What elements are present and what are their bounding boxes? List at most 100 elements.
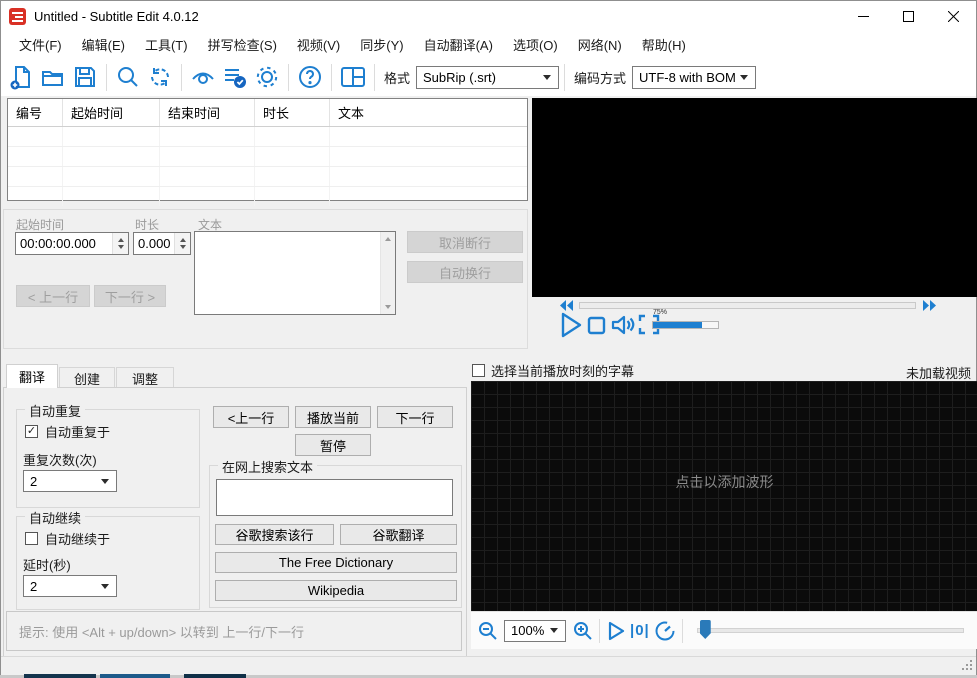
prev-line-nav-button[interactable]: <上一行: [213, 406, 289, 428]
format-select[interactable]: SubRip (.srt): [416, 65, 560, 89]
settings-button[interactable]: [252, 62, 282, 92]
center-at-zero-button[interactable]: |0|: [630, 622, 650, 639]
subtitle-list-view[interactable]: 编号 起始时间 结束时间 时长 文本: [7, 98, 528, 206]
duration-stepper[interactable]: 0.000: [133, 232, 191, 255]
menu-item-tools[interactable]: 工具(T): [135, 31, 198, 58]
spinner-arrows-icon[interactable]: [174, 233, 190, 254]
title-bar: Untitled - Subtitle Edit 4.0.12: [1, 1, 976, 31]
prev-line-button[interactable]: < 上一行: [16, 285, 90, 307]
layout-button[interactable]: [338, 62, 368, 92]
hint-panel: 提示: 使用 <Alt + up/down> 以转到 上一行/下一行: [6, 611, 462, 651]
tab-translate[interactable]: 翻译: [6, 364, 58, 388]
pause-button[interactable]: 暂停: [295, 434, 371, 456]
auto-repeat-title: 自动重复: [25, 401, 86, 420]
column-header-text[interactable]: 文本: [330, 99, 527, 126]
auto-continue-checkbox-row[interactable]: 自动继续于: [25, 529, 110, 548]
list-header: 编号 起始时间 结束时间 时长 文本: [8, 99, 527, 127]
unbreak-button[interactable]: 取消断行: [407, 231, 523, 253]
play-current-button[interactable]: 播放当前: [295, 406, 371, 428]
checkbox-unchecked-icon[interactable]: [25, 532, 38, 545]
web-search-input[interactable]: [216, 479, 453, 516]
close-button[interactable]: [931, 1, 976, 31]
zoom-out-button[interactable]: [477, 620, 498, 641]
auto-repeat-checkbox-row[interactable]: ✓ 自动重复于: [25, 422, 110, 441]
waveform-zoom-select[interactable]: 100%: [504, 619, 566, 642]
slider-thumb[interactable]: [699, 620, 711, 639]
seek-forward-icon[interactable]: [922, 300, 936, 311]
menu-item-sync[interactable]: 同步(Y): [350, 31, 413, 58]
save-button[interactable]: [70, 62, 100, 92]
zoom-in-button[interactable]: [572, 620, 593, 641]
menu-item-autotranslate[interactable]: 自动翻译(A): [414, 31, 503, 58]
open-file-button[interactable]: [38, 62, 68, 92]
encoding-select[interactable]: UTF-8 with BOM: [632, 65, 757, 89]
maximize-button[interactable]: [886, 1, 931, 31]
delay-select[interactable]: 2: [23, 575, 117, 597]
minimize-button[interactable]: [841, 1, 886, 31]
column-header-start-time[interactable]: 起始时间: [63, 99, 160, 126]
spinner-arrows-icon[interactable]: [112, 233, 128, 254]
subtitle-text-area[interactable]: [194, 231, 396, 315]
select-current-subtitle-row[interactable]: 选择当前播放时刻的字幕: [472, 362, 976, 379]
mute-button[interactable]: [610, 312, 635, 337]
stop-button[interactable]: [587, 316, 606, 335]
volume-slider[interactable]: [652, 321, 719, 329]
column-header-duration[interactable]: 时长: [255, 99, 330, 126]
auto-repeat-group: 自动重复 ✓ 自动重复于 重复次数(次) 2: [16, 401, 200, 508]
google-translate-button[interactable]: 谷歌翻译: [340, 524, 457, 545]
spell-check-button[interactable]: [220, 62, 250, 92]
table-row[interactable]: [8, 187, 527, 206]
menu-item-options[interactable]: 选项(O): [503, 31, 568, 58]
video-seek-bar[interactable]: [579, 302, 916, 309]
new-file-button[interactable]: [6, 62, 36, 92]
seek-back-icon[interactable]: [560, 300, 574, 311]
play-button[interactable]: [558, 311, 584, 339]
controls-separator: [599, 618, 600, 643]
hint-text: 提示: 使用 <Alt + up/down> 以转到 上一行/下一行: [19, 624, 304, 640]
help-button[interactable]: [295, 62, 325, 92]
google-search-button[interactable]: 谷歌搜索该行: [215, 524, 334, 545]
auto-break-button[interactable]: 自动换行: [407, 261, 523, 283]
menu-item-help[interactable]: 帮助(H): [632, 31, 696, 58]
checkbox-unchecked-icon[interactable]: [472, 364, 485, 377]
tab-adjust[interactable]: 调整: [116, 367, 174, 388]
replace-button[interactable]: [145, 62, 175, 92]
start-time-stepper[interactable]: 00:00:00.000: [15, 232, 129, 255]
repeat-count-select[interactable]: 2: [23, 470, 117, 492]
duration-value: 0.000: [138, 236, 171, 251]
next-line-nav-button[interactable]: 下一行: [377, 406, 453, 428]
window-title: Untitled - Subtitle Edit 4.0.12: [34, 8, 199, 24]
column-header-number[interactable]: 编号: [8, 99, 63, 126]
waveform-area[interactable]: 点击以添加波形: [471, 381, 977, 611]
video-display[interactable]: [532, 98, 977, 297]
menu-item-edit[interactable]: 编辑(E): [72, 31, 135, 58]
tab-create[interactable]: 创建: [59, 367, 115, 388]
column-header-end-time[interactable]: 结束时间: [160, 99, 255, 126]
wikipedia-button[interactable]: Wikipedia: [215, 580, 457, 601]
free-dictionary-button[interactable]: The Free Dictionary: [215, 552, 457, 573]
table-row[interactable]: [8, 167, 527, 187]
menu-item-video[interactable]: 视频(V): [287, 31, 350, 58]
waveform-play-button[interactable]: [606, 621, 626, 641]
delay-label: 延时(秒): [23, 558, 71, 573]
playback-speed-button[interactable]: [654, 620, 676, 642]
next-line-button[interactable]: 下一行 >: [94, 285, 166, 307]
visual-sync-button[interactable]: [188, 62, 218, 92]
waveform-placeholder: 点击以添加波形: [675, 474, 774, 490]
table-row[interactable]: [8, 127, 527, 147]
waveform-position-slider[interactable]: [696, 620, 964, 639]
auto-repeat-checkbox-label: 自动重复于: [45, 425, 111, 440]
menu-item-network[interactable]: 网络(N): [568, 31, 632, 58]
checkbox-checked-icon[interactable]: ✓: [25, 425, 38, 438]
chevron-down-icon: [101, 583, 109, 589]
chevron-down-icon: [740, 74, 749, 80]
menu-item-file[interactable]: 文件(F): [9, 31, 72, 58]
table-row[interactable]: [8, 147, 527, 167]
auto-continue-group: 自动继续 自动继续于 延时(秒) 2: [16, 508, 200, 610]
find-button[interactable]: [113, 62, 143, 92]
format-value: SubRip (.srt): [423, 69, 496, 85]
resize-grip-icon[interactable]: [960, 660, 972, 672]
menu-item-spellcheck[interactable]: 拼写检查(S): [198, 31, 287, 58]
scrollbar[interactable]: [380, 232, 395, 314]
chevron-down-icon: [101, 478, 109, 484]
